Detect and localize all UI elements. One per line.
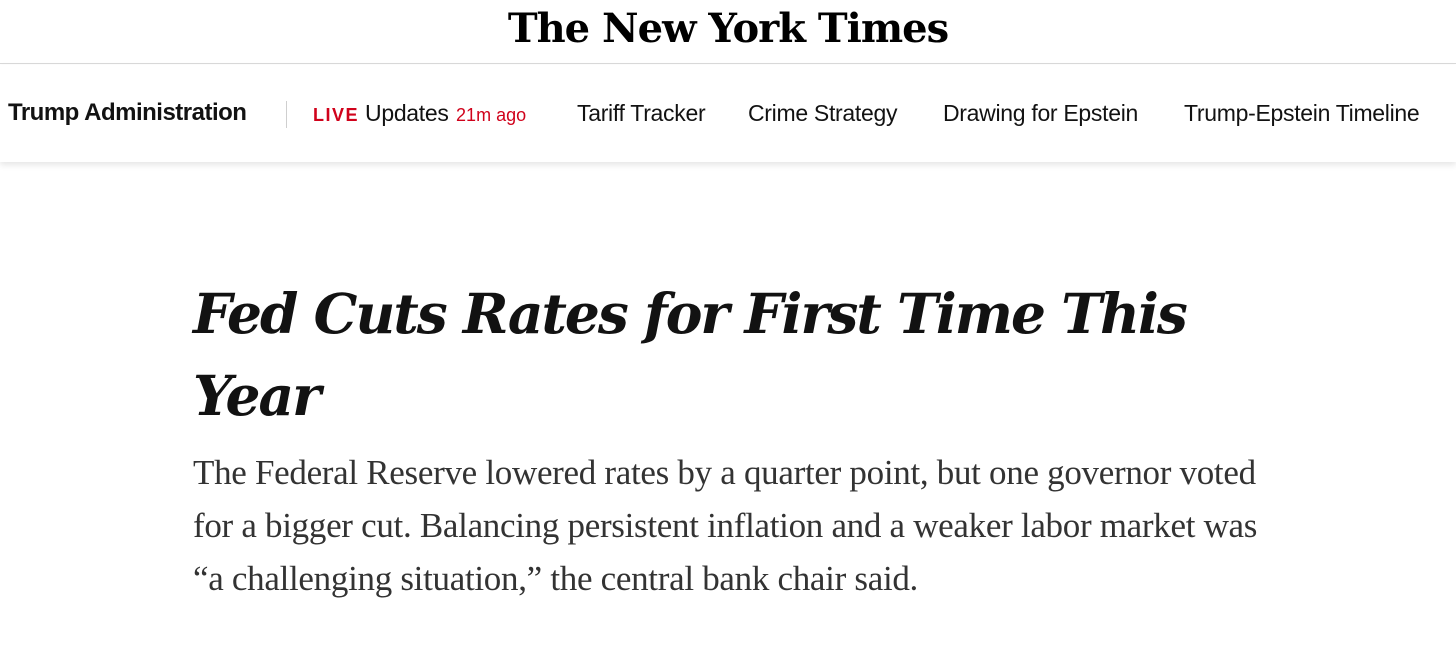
live-updates-label: Updates xyxy=(365,100,449,126)
nav-link-crime-strategy[interactable]: Crime Strategy xyxy=(748,98,897,128)
live-updates-link[interactable]: LIVE Updates 21m ago xyxy=(313,98,526,128)
nav-divider xyxy=(286,101,287,128)
article-summary: The Federal Reserve lowered rates by a q… xyxy=(193,453,1258,598)
nav-link-tariff-tracker[interactable]: Tariff Tracker xyxy=(577,98,706,128)
live-badge: LIVE xyxy=(313,105,360,125)
live-time-ago: 21m ago xyxy=(456,105,527,125)
nyt-logo[interactable]: The New York Times xyxy=(0,4,1456,54)
nav-link-drawing-for-epstein[interactable]: Drawing for Epstein xyxy=(943,98,1138,128)
masthead: The New York Times xyxy=(0,0,1456,64)
nav-link-trump-epstein-timeline[interactable]: Trump-Epstein Timeline xyxy=(1184,98,1420,128)
section-nav-bar: Trump Administration LIVE Updates 21m ago… xyxy=(0,65,1456,162)
section-label-trump-administration[interactable]: Trump Administration xyxy=(8,98,247,128)
article-headline: Fed Cuts Rates for First Time This Year xyxy=(193,281,1188,428)
